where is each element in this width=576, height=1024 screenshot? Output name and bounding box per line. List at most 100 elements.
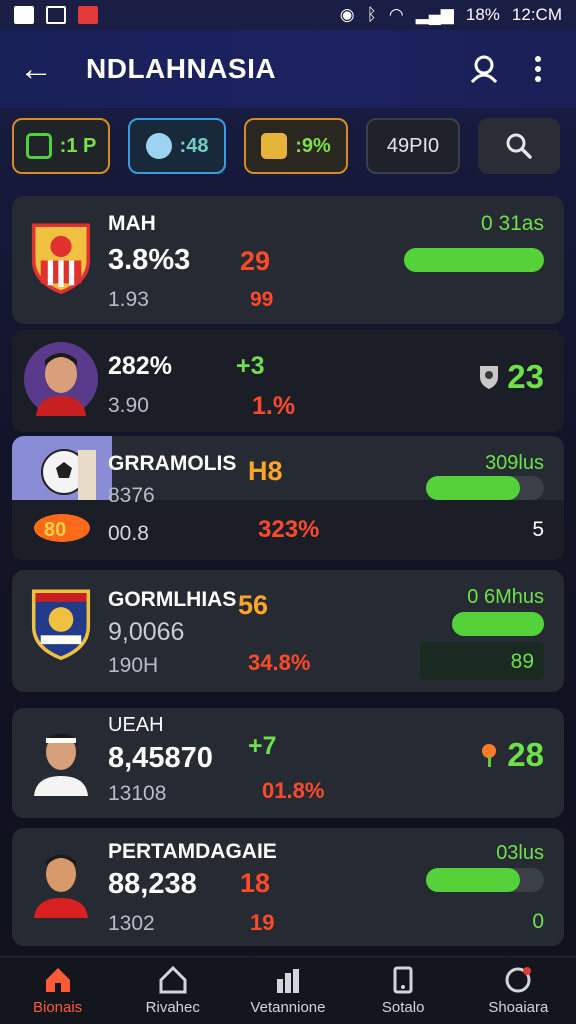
filter-chip-label: :9% (295, 134, 331, 157)
tab-shoaiara[interactable]: Shoaiara (463, 965, 573, 1016)
player-name: GRRAMOLIS (108, 452, 237, 475)
player-name: MAH (108, 212, 156, 235)
stat-bottom: 99 (250, 288, 274, 311)
filter-chip-3[interactable]: :9% (244, 118, 348, 174)
filter-chip-2[interactable]: :48 (128, 118, 226, 174)
player-value: 88,238 (108, 868, 197, 900)
alarm-icon: ◉ (339, 5, 355, 24)
soccer-ball-icon (41, 449, 96, 500)
stat-bottom: 323% (258, 516, 320, 543)
team-crest-icon (31, 223, 91, 294)
stat-bottom-right: 5 (532, 518, 544, 541)
alien-icon (145, 133, 172, 159)
filter-chip-label: 49PI0 (386, 134, 440, 157)
tab-label: Shoaiara (488, 999, 549, 1016)
gallery-notification-icon (14, 6, 34, 24)
box-icon (25, 133, 52, 159)
status-bar: ◉ ᛒ ◠ ▂▄▆ 18% 12:CM (0, 0, 576, 30)
player-sub: 00.8 (108, 522, 149, 545)
tab-bionais[interactable]: Bionais (3, 965, 113, 1016)
progress-bar (426, 476, 544, 500)
stat-label: 309lus (485, 452, 544, 474)
player-avatar (34, 854, 88, 918)
home-icon (43, 965, 73, 995)
bluetooth-icon: ᛒ (366, 5, 377, 24)
search-button[interactable] (478, 118, 560, 174)
tab-label: Bionais (32, 999, 83, 1016)
list-item[interactable]: PERTAMDAGAIE 88,238 1302 18 19 03lus 0 (12, 828, 564, 946)
flower-icon (482, 744, 497, 767)
tab-label: Rivahec (145, 999, 200, 1016)
device-icon (388, 965, 418, 995)
filter-bar: :1 P :48 :9% 49PI0 (12, 118, 564, 174)
fire-badge-icon: 80 (34, 514, 90, 542)
stat-bottom: 01.8% (262, 778, 325, 803)
list-item[interactable]: MAH 3.8%3 1.93 29 99 0 31as (12, 196, 564, 324)
player-name: UEAH (108, 714, 164, 736)
list-item[interactable]: 80 GRRAMOLIS 8376 00.8 H8 323% 309lus 5 (12, 436, 564, 560)
bottom-nav: Bionais Rivahec Vetannione Sotalo Shoaia… (0, 956, 576, 1024)
progress-fill (404, 248, 544, 272)
player-sub: 1.93 (108, 288, 149, 311)
stat-label: 0 31as (480, 212, 544, 235)
progress-fill (452, 612, 544, 636)
stat-top: 18 (240, 868, 271, 898)
user-icon[interactable] (464, 49, 504, 89)
filter-chip-4[interactable]: 49PI0 (366, 118, 460, 174)
stat-label: 28 (507, 736, 544, 773)
profile-icon (503, 965, 533, 995)
stat-top: +3 (236, 352, 265, 380)
tab-sotalo[interactable]: Sotalo (348, 965, 458, 1016)
svg-text:80: 80 (44, 519, 66, 541)
player-sub: 1302 (108, 912, 155, 935)
player-sub: 13108 (108, 782, 167, 805)
stat-top: +7 (248, 732, 277, 760)
player-value: 9,0066 (108, 618, 185, 646)
player-value: 282% (108, 352, 172, 380)
stat-label: 23 (507, 358, 544, 395)
tab-rivahec[interactable]: Rivahec (118, 965, 228, 1016)
search-icon (506, 133, 532, 159)
stat-bottom: 19 (250, 910, 275, 935)
page-title: NDLAHNASIA (86, 53, 277, 84)
list-item[interactable]: UEAH 8,45870 13108 +7 01.8% 28 (12, 708, 564, 818)
stat-top: 29 (240, 246, 271, 276)
filter-chip-1[interactable]: :1 P (12, 118, 110, 174)
stat-top: 56 (238, 590, 269, 620)
stat-bottom-right: 89 (510, 650, 534, 673)
puzzle-icon (261, 133, 288, 159)
battery-level: 18% (465, 5, 500, 24)
stat-bottom-right: 0 (532, 910, 544, 933)
progress-fill (426, 868, 521, 892)
wifi-icon: ◠ (388, 5, 404, 24)
player-avatar (34, 733, 88, 796)
back-arrow-icon[interactable]: ← (18, 50, 54, 88)
player-name: GORMLHIAS (108, 588, 237, 611)
image-notification-icon (46, 6, 66, 24)
tab-label: Vetannione (250, 999, 326, 1016)
progress-fill (426, 476, 521, 500)
filter-chip-label: :48 (179, 134, 209, 157)
more-vert-icon[interactable] (518, 49, 558, 89)
player-name: PERTAMDAGAIE (108, 840, 277, 863)
player-avatar (24, 342, 98, 416)
player-sub: 190H (108, 654, 159, 677)
signal-icon: ▂▄▆ (415, 5, 454, 24)
filter-chip-label: :1 P (59, 134, 97, 157)
tab-vetannione[interactable]: Vetannione (233, 965, 343, 1016)
house-icon (158, 965, 188, 995)
progress-bar (452, 612, 544, 636)
progress-bar (404, 248, 544, 272)
app-notification-icon (78, 6, 98, 24)
list-item[interactable]: GORMLHIAS 9,0066 190H 56 34.8% 0 6Mhus 8… (12, 570, 564, 692)
team-crest-icon (31, 589, 91, 660)
stat-bottom: 1.% (252, 392, 296, 420)
player-value: 8376 (108, 484, 155, 507)
stat-top: H8 (248, 456, 283, 486)
clock: 12:CM (511, 5, 562, 24)
stat-label: 0 6Mhus (467, 586, 544, 608)
stat-bottom: 34.8% (248, 650, 311, 675)
player-sub: 3.90 (108, 394, 149, 417)
list-item[interactable]: 282% 3.90 +3 1.% 23 (12, 330, 564, 432)
player-photo (12, 436, 112, 500)
